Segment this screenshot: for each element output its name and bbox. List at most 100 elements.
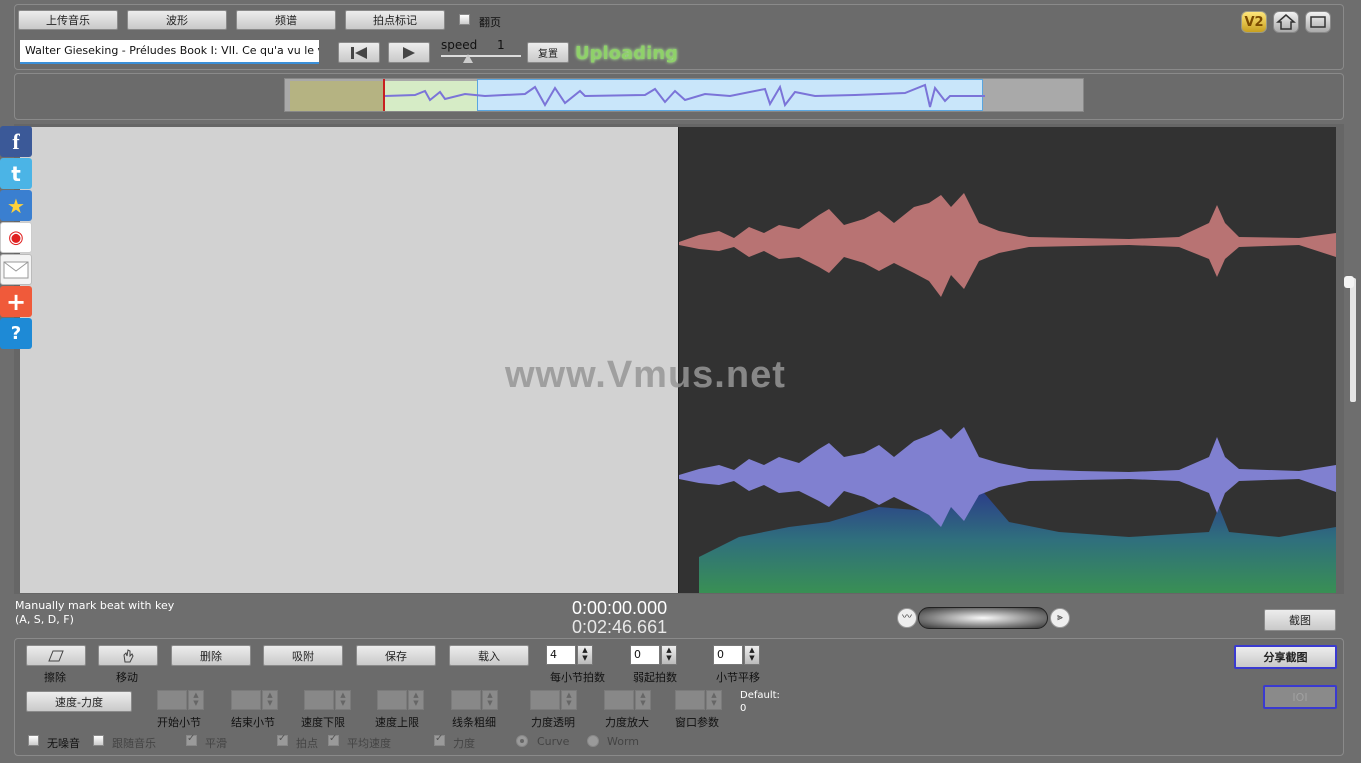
worm-label: Worm — [607, 735, 640, 748]
bar-offset-arrows[interactable]: ▲ ▼ — [744, 645, 760, 665]
rewind-button[interactable] — [338, 42, 380, 63]
upload-music-button[interactable]: 上传音乐 — [18, 10, 118, 30]
help-icon[interactable]: ? — [0, 318, 32, 349]
worm-radio[interactable] — [587, 735, 599, 747]
score-button[interactable]: 频谱 — [236, 10, 336, 30]
end-bar-value[interactable] — [231, 690, 261, 710]
tempo-min-stepper[interactable]: ▲ ▼ — [304, 690, 352, 712]
beat-hint-line1: Manually mark beat with key — [15, 599, 175, 612]
speed-slider-thumb[interactable] — [463, 54, 473, 63]
tempo-max-arrows[interactable]: ▲ ▼ — [408, 690, 424, 710]
window-param-value[interactable] — [675, 690, 705, 710]
beat-label: 拍点 — [296, 737, 318, 750]
move-label: 移动 — [116, 671, 138, 684]
dynamics-scale-value[interactable] — [604, 690, 634, 710]
zoom-slider[interactable] — [918, 607, 1048, 629]
beat-checkbox[interactable] — [277, 733, 288, 746]
spectrogram-band — [699, 487, 1336, 593]
vertical-scrollbar[interactable] — [1350, 278, 1356, 402]
end-bar-stepper[interactable]: ▲ ▼ — [231, 690, 279, 712]
screenshot-button[interactable]: 截图 — [1264, 609, 1336, 631]
erase-label: 擦除 — [44, 671, 66, 684]
speed-slider[interactable] — [441, 54, 521, 63]
v2-icon[interactable]: V2 — [1241, 11, 1267, 33]
avg-speed-checkbox[interactable] — [328, 733, 339, 746]
vertical-scroll-thumb[interactable] — [1344, 276, 1354, 288]
pickup-beats-label: 弱起拍数 — [633, 671, 677, 684]
pickup-beats-value[interactable]: 0 — [630, 645, 660, 665]
no-noise-checkbox[interactable] — [28, 735, 39, 746]
tempo-min-label: 速度下限 — [301, 716, 345, 729]
share-screenshot-button[interactable]: 分享截图 — [1234, 645, 1337, 669]
tempo-dynamics-button[interactable]: 速度-力度 — [26, 691, 132, 712]
tempo-max-value[interactable] — [377, 690, 407, 710]
facebook-share-icon[interactable]: f — [0, 126, 32, 157]
waveform-button[interactable]: 波形 — [127, 10, 227, 30]
ioi-button[interactable]: IOI — [1263, 685, 1337, 709]
bar-offset-stepper[interactable]: 0 ▲ ▼ — [713, 645, 761, 667]
speed-value: 1 — [497, 38, 505, 52]
hand-icon — [123, 648, 134, 662]
waveform-zoom-out-icon[interactable]: 〰 — [897, 608, 917, 628]
home-icon[interactable] — [1273, 11, 1299, 33]
dynamics-checkbox[interactable] — [434, 733, 445, 746]
speed-label: speed — [441, 38, 478, 52]
play-button[interactable] — [388, 42, 430, 63]
follow-music-label: 跟随音乐 — [112, 737, 156, 750]
line-width-arrows[interactable]: ▲ ▼ — [482, 690, 498, 710]
favorite-share-icon[interactable]: ★ — [0, 190, 32, 221]
beat-hint-line2: (A, S, D, F) — [15, 613, 74, 626]
home-glyph-icon — [1276, 14, 1296, 30]
twitter-share-icon[interactable]: t — [0, 158, 32, 189]
line-width-value[interactable] — [451, 690, 481, 710]
end-bar-arrows[interactable]: ▲ ▼ — [262, 690, 278, 710]
save-button[interactable]: 保存 — [356, 645, 436, 666]
pickup-beats-arrows[interactable]: ▲ ▼ — [661, 645, 677, 665]
fullscreen-icon[interactable] — [1305, 11, 1331, 33]
waveform-zoom-in-icon[interactable]: ⫸ — [1050, 608, 1070, 628]
add-share-icon[interactable]: + — [0, 286, 32, 317]
beat-mark-button[interactable]: 拍点标记 — [345, 10, 445, 30]
window-param-stepper[interactable]: ▲ ▼ — [675, 690, 723, 712]
weibo-share-icon[interactable]: ◉ — [0, 222, 32, 253]
bar-offset-label: 小节平移 — [716, 671, 760, 684]
pickup-beats-stepper[interactable]: 0 ▲ ▼ — [630, 645, 678, 667]
dynamics-label: 力度 — [453, 737, 475, 750]
beats-per-bar-value[interactable]: 4 — [546, 645, 576, 665]
load-button[interactable]: 载入 — [449, 645, 529, 666]
eraser-icon — [48, 650, 64, 661]
email-share-icon[interactable] — [0, 254, 32, 285]
fullscreen-glyph-icon — [1310, 16, 1326, 28]
page-turn-checkbox[interactable] — [459, 14, 470, 25]
move-button[interactable] — [98, 645, 158, 666]
skip-start-icon — [351, 46, 367, 59]
start-bar-value[interactable] — [157, 690, 187, 710]
tempo-max-stepper[interactable]: ▲ ▼ — [377, 690, 425, 712]
default-label: Default: — [740, 690, 780, 701]
tempo-min-value[interactable] — [304, 690, 334, 710]
dynamics-opacity-arrows[interactable]: ▲ ▼ — [561, 690, 577, 710]
dynamics-scale-arrows[interactable]: ▲ ▼ — [635, 690, 651, 710]
start-bar-stepper[interactable]: ▲ ▼ — [157, 690, 205, 712]
playhead-marker[interactable] — [383, 79, 385, 111]
overview-track[interactable] — [284, 78, 1084, 112]
window-param-label: 窗口参数 — [675, 716, 719, 729]
snap-button[interactable]: 吸附 — [263, 645, 343, 666]
bar-offset-value[interactable]: 0 — [713, 645, 743, 665]
reset-speed-button[interactable]: 复置 — [527, 42, 569, 63]
follow-music-checkbox[interactable] — [93, 735, 104, 746]
smooth-checkbox[interactable] — [186, 733, 197, 746]
beats-per-bar-arrows[interactable]: ▲ ▼ — [577, 645, 593, 665]
dynamics-opacity-stepper[interactable]: ▲ ▼ — [530, 690, 578, 712]
delete-button[interactable]: 删除 — [171, 645, 251, 666]
track-title-field[interactable]: Walter Gieseking - Préludes Book I: VII.… — [20, 40, 319, 64]
line-width-stepper[interactable]: ▲ ▼ — [451, 690, 499, 712]
dynamics-scale-stepper[interactable]: ▲ ▼ — [604, 690, 652, 712]
tempo-min-arrows[interactable]: ▲ ▼ — [335, 690, 351, 710]
beats-per-bar-stepper[interactable]: 4 ▲ ▼ — [546, 645, 594, 667]
curve-radio[interactable] — [516, 735, 528, 747]
window-param-arrows[interactable]: ▲ ▼ — [706, 690, 722, 710]
erase-button[interactable] — [26, 645, 86, 666]
dynamics-opacity-value[interactable] — [530, 690, 560, 710]
start-bar-arrows[interactable]: ▲ ▼ — [188, 690, 204, 710]
